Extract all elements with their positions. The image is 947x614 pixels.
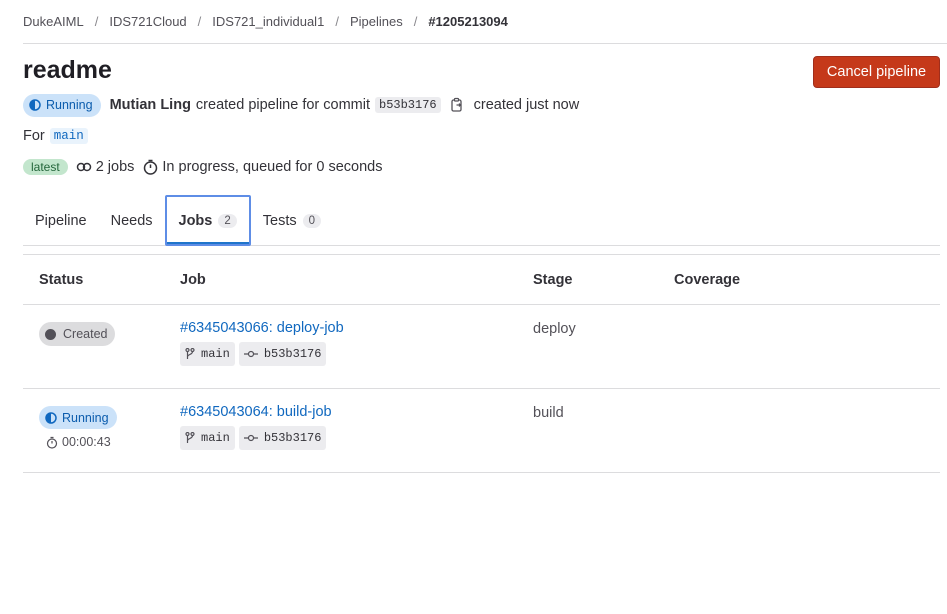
commit-chip[interactable]: b53b3176 (238, 426, 327, 450)
latest-badge: latest (23, 159, 68, 175)
breadcrumb-item-subgroup[interactable]: IDS721Cloud (109, 14, 186, 29)
header-stage: Stage (533, 272, 573, 288)
tab-count-badge: 0 (302, 213, 322, 228)
jobs-link-icon (76, 161, 92, 173)
stage-cell: deploy (533, 321, 576, 337)
status-badge-running[interactable]: Running (39, 406, 117, 429)
status-created-icon (45, 328, 56, 340)
status-running-icon (29, 99, 41, 111)
ref-link[interactable]: main (49, 128, 88, 144)
pipeline-info: latest 2 jobs In progress, queued for 0 … (23, 156, 382, 178)
status-cell: Created (39, 322, 116, 346)
pipeline-meta: Running Mutian Ling created pipeline for… (23, 93, 579, 117)
header-status: Status (39, 272, 84, 288)
jobs-table: Status Job Stage Coverage Created #63450… (23, 254, 940, 473)
breadcrumb-item-group[interactable]: DukeAIML (23, 14, 84, 29)
status-badge-label: Created (63, 327, 108, 341)
commit-sha[interactable]: b53b3176 (375, 97, 441, 113)
tab-label: Pipeline (35, 212, 87, 229)
commit-sha: b53b3176 (263, 347, 322, 361)
ref-row: For main (23, 128, 88, 144)
job-refs: main b53b3176 (180, 426, 332, 450)
breadcrumb-separator: / (94, 14, 99, 29)
branch-chip[interactable]: main (180, 426, 235, 450)
job-duration: 00:00:43 (46, 435, 117, 449)
job-refs: main b53b3176 (180, 342, 344, 366)
breadcrumb: DukeAIML / IDS721Cloud / IDS721_individu… (23, 0, 947, 44)
tab-label: Needs (110, 212, 153, 229)
breadcrumb-separator: / (335, 14, 339, 29)
tab-label: Jobs (178, 212, 213, 229)
table-row: Running 00:00:43 #6345043064: build-job (23, 389, 940, 473)
branch-chip[interactable]: main (180, 342, 235, 366)
cancel-pipeline-button[interactable]: Cancel pipeline (813, 56, 940, 88)
timer-icon (46, 436, 58, 449)
page-title: readme (23, 56, 112, 84)
status-badge-running[interactable]: Running (23, 93, 101, 117)
commit-chip[interactable]: b53b3176 (238, 342, 327, 366)
job-cell: #6345043064: build-job main b53b3176 (180, 404, 332, 450)
action-text: created pipeline for commit (195, 97, 370, 113)
branch-icon (185, 348, 195, 359)
tab-pipeline[interactable]: Pipeline (23, 195, 99, 246)
tab-needs[interactable]: Needs (99, 195, 165, 246)
tab-tests[interactable]: Tests 0 (251, 195, 333, 246)
commit-sha: b53b3176 (263, 431, 322, 445)
header-job: Job (180, 272, 206, 288)
status-running-icon (45, 411, 57, 424)
tab-jobs[interactable]: Jobs 2 (164, 195, 251, 246)
breadcrumb-item-current[interactable]: #1205213094 (428, 14, 508, 29)
table-header: Status Job Stage Coverage (23, 255, 940, 305)
copy-icon[interactable] (450, 97, 464, 113)
table-row: Created #6345043066: deploy-job main b53… (23, 305, 940, 389)
breadcrumb-item-pipelines[interactable]: Pipelines (350, 14, 403, 29)
breadcrumb-separator: / (197, 14, 202, 29)
jobs-count: 2 jobs (95, 159, 135, 175)
job-link[interactable]: #6345043064: build-job (180, 404, 332, 420)
branch-icon (185, 432, 195, 443)
progress-text: In progress, queued for 0 seconds (162, 159, 383, 175)
duration-text: 00:00:43 (62, 435, 111, 449)
status-badge-created[interactable]: Created (39, 322, 116, 346)
job-cell: #6345043066: deploy-job main b53b3176 (180, 320, 344, 366)
breadcrumb-item-project[interactable]: IDS721_individual1 (212, 14, 324, 29)
timer-icon (143, 159, 158, 175)
branch-name: main (201, 347, 230, 361)
header-coverage: Coverage (674, 272, 741, 288)
pipeline-tabs: Pipeline Needs Jobs 2 Tests 0 (23, 195, 940, 246)
for-label: For (23, 128, 45, 144)
commit-icon (243, 434, 258, 442)
author-name[interactable]: Mutian Ling (110, 97, 191, 113)
status-badge-label: Running (46, 98, 93, 112)
created-text: created just now (473, 97, 580, 113)
commit-icon (243, 350, 258, 358)
breadcrumb-separator: / (413, 14, 418, 29)
status-badge-label: Running (62, 410, 109, 425)
job-link[interactable]: #6345043066: deploy-job (180, 320, 344, 336)
branch-name: main (201, 431, 230, 445)
stage-cell: build (533, 405, 564, 421)
tab-count-badge: 2 (218, 213, 237, 228)
tab-label: Tests (262, 212, 297, 229)
status-cell: Running 00:00:43 (39, 406, 117, 449)
